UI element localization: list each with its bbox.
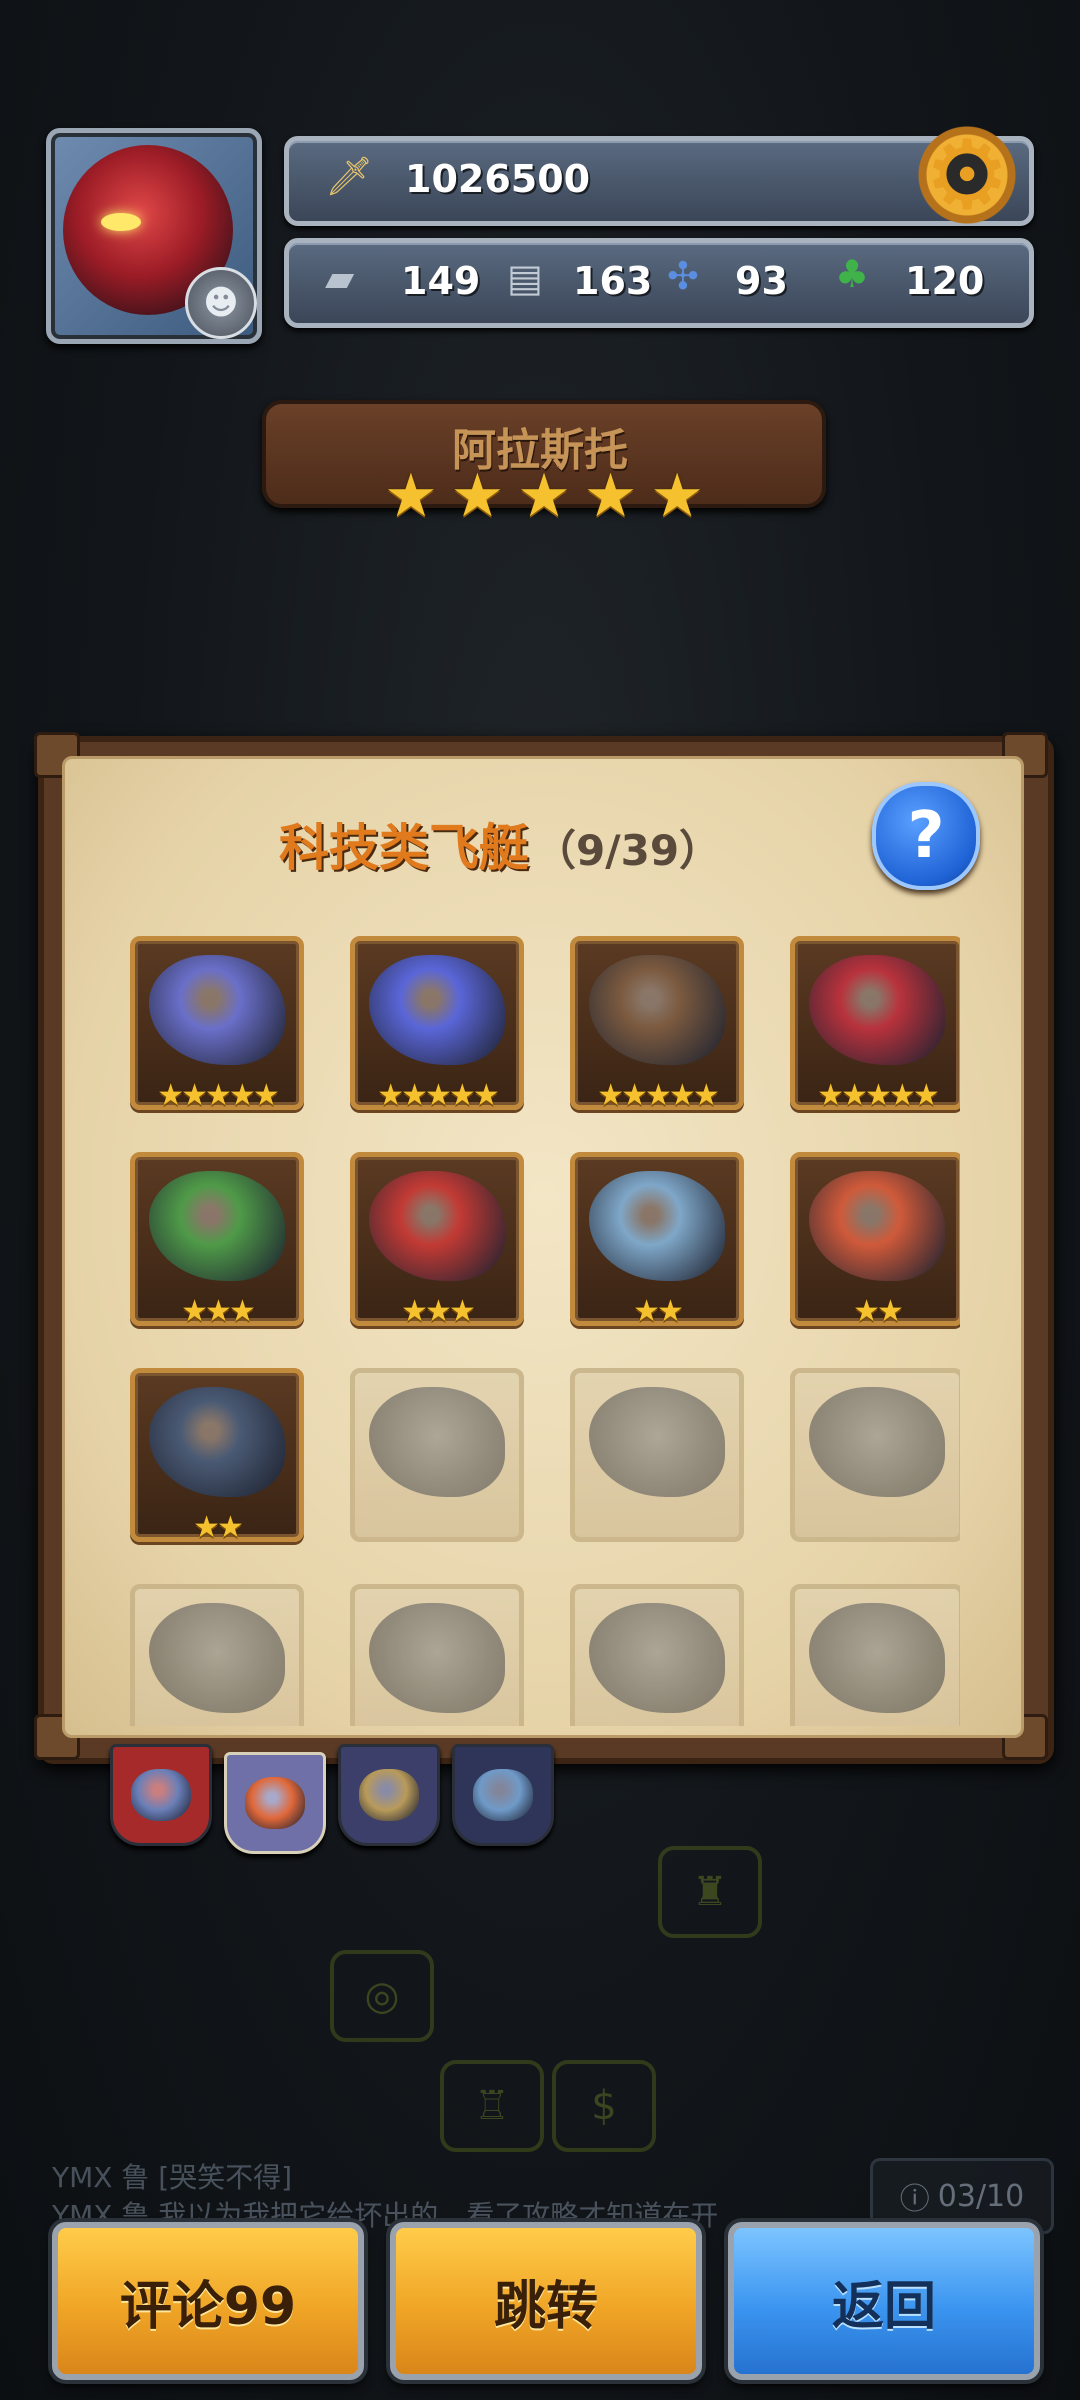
airship-card[interactable]: ★★ [570,1152,744,1329]
sword-icon: 🗡 [325,154,374,198]
airship-card[interactable]: ★★★★★ [570,936,744,1113]
clover-icon: ♣ [835,252,870,296]
airship-image [369,1603,505,1713]
airship-image [809,1603,945,1713]
airship-image [149,1387,285,1497]
settings-gear-icon[interactable]: ⚙ [912,120,1022,230]
star-icon: ★ [384,461,438,531]
airship-card[interactable]: ★★★ [130,1152,304,1329]
resource-bar: ▰ 149 ▤ 163 ✣ 93 ♣ 120 [284,238,1034,328]
player-avatar[interactable]: ☻ [46,128,262,344]
airship-star-rating: ★★★★★ [817,1078,939,1113]
star-icon: ★ [650,461,704,531]
tab-red[interactable] [110,1744,212,1846]
airship-star-rating: ★★★★★ [377,1078,499,1113]
category-title: 科技类飞艇 [278,819,529,877]
avatar-eye [101,213,141,231]
airship-card[interactable]: ★★★★★ [350,936,524,1113]
airship-card[interactable]: ★★★★★ [790,936,960,1113]
tab-blue[interactable] [338,1744,440,1846]
monkey-badge-icon: ☻ [185,267,257,339]
airship-image [809,1387,945,1497]
back-button[interactable]: 返回 [728,2222,1040,2380]
airship-card[interactable]: ★★ [130,1368,304,1545]
airship-star-rating: ★★ [853,1294,904,1329]
airship-star-rating: ★★★ [401,1294,476,1329]
page-indicator-value: 03/10 [937,2178,1025,2214]
star-icon: ★ [583,461,638,531]
star-icon: ★ [517,461,571,531]
airship-category-icon [359,1769,419,1821]
airship-image [369,1387,505,1497]
airship-card[interactable]: ★★★ [350,1152,524,1329]
airship-category-icon [245,1777,305,1829]
airship-star-rating: ★★★ [181,1294,256,1329]
airship-card[interactable] [570,1368,744,1542]
airship-image [149,955,285,1065]
info-icon: ⓘ [899,2182,930,2217]
airship-card[interactable]: ★★★★★ [130,936,304,1113]
help-question-icon[interactable]: ? [872,782,980,890]
chat-line-1: YMX 鲁 [哭笑不得] [52,2161,293,2194]
airship-image [369,955,505,1065]
tab-tech[interactable] [224,1752,326,1854]
propeller-icon: ✣ [667,254,699,298]
map-coin-hex: $ [552,2060,656,2152]
panel-title: 科技类飞艇 （9/39） [200,808,800,880]
resource-propeller-value: 93 [735,259,788,303]
airship-image [369,1171,505,1281]
airship-card[interactable] [350,1584,524,1726]
airship-image [809,955,945,1065]
resource-clover-value: 120 [905,259,985,303]
airship-star-rating: ★★★★★ [597,1078,719,1113]
airship-card[interactable] [350,1368,524,1542]
airship-card[interactable] [130,1584,304,1726]
airship-card[interactable]: ★★ [790,1152,960,1329]
airship-star-rating: ★★ [193,1510,244,1545]
airship-grid: ★★★★★ ★★★★★ ★★★★★ ★★★★★ ★★★ ★★★ ★★ ★★ ★★ [120,926,960,1726]
armor-plate-icon: ▤ [507,256,543,300]
airship-image [589,1387,725,1497]
resource-plate-value: 163 [573,259,653,303]
airship-image [809,1171,945,1281]
collection-count: （9/39） [534,826,722,875]
airship-star-rating: ★★★★★ [157,1078,279,1113]
airship-card[interactable] [790,1584,960,1726]
airship-image [589,1171,725,1281]
airship-image [589,955,725,1065]
map-castle-hex: ♜ [658,1846,762,1938]
hero-star-rating: ★ ★ ★ ★ ★ [384,466,704,528]
map-tower-hex: ♖ [440,2060,544,2152]
airship-star-rating: ★★ [633,1294,684,1329]
airship-image [589,1603,725,1713]
resource-tank-value: 149 [401,259,481,303]
tab-navy[interactable] [452,1744,554,1846]
map-hex-left: ◎ [330,1950,434,2042]
airship-image [149,1603,285,1713]
airship-card[interactable] [790,1368,960,1542]
tank-icon: ▰ [325,256,355,300]
power-value: 1026500 [405,157,591,201]
airship-category-icon [473,1769,533,1821]
airship-image [149,1171,285,1281]
airship-category-icon [131,1769,191,1821]
jump-button[interactable]: 跳转 [390,2222,702,2380]
star-icon: ★ [450,461,505,531]
airship-card[interactable] [570,1584,744,1726]
comment-button[interactable]: 评论99 [52,2222,364,2380]
